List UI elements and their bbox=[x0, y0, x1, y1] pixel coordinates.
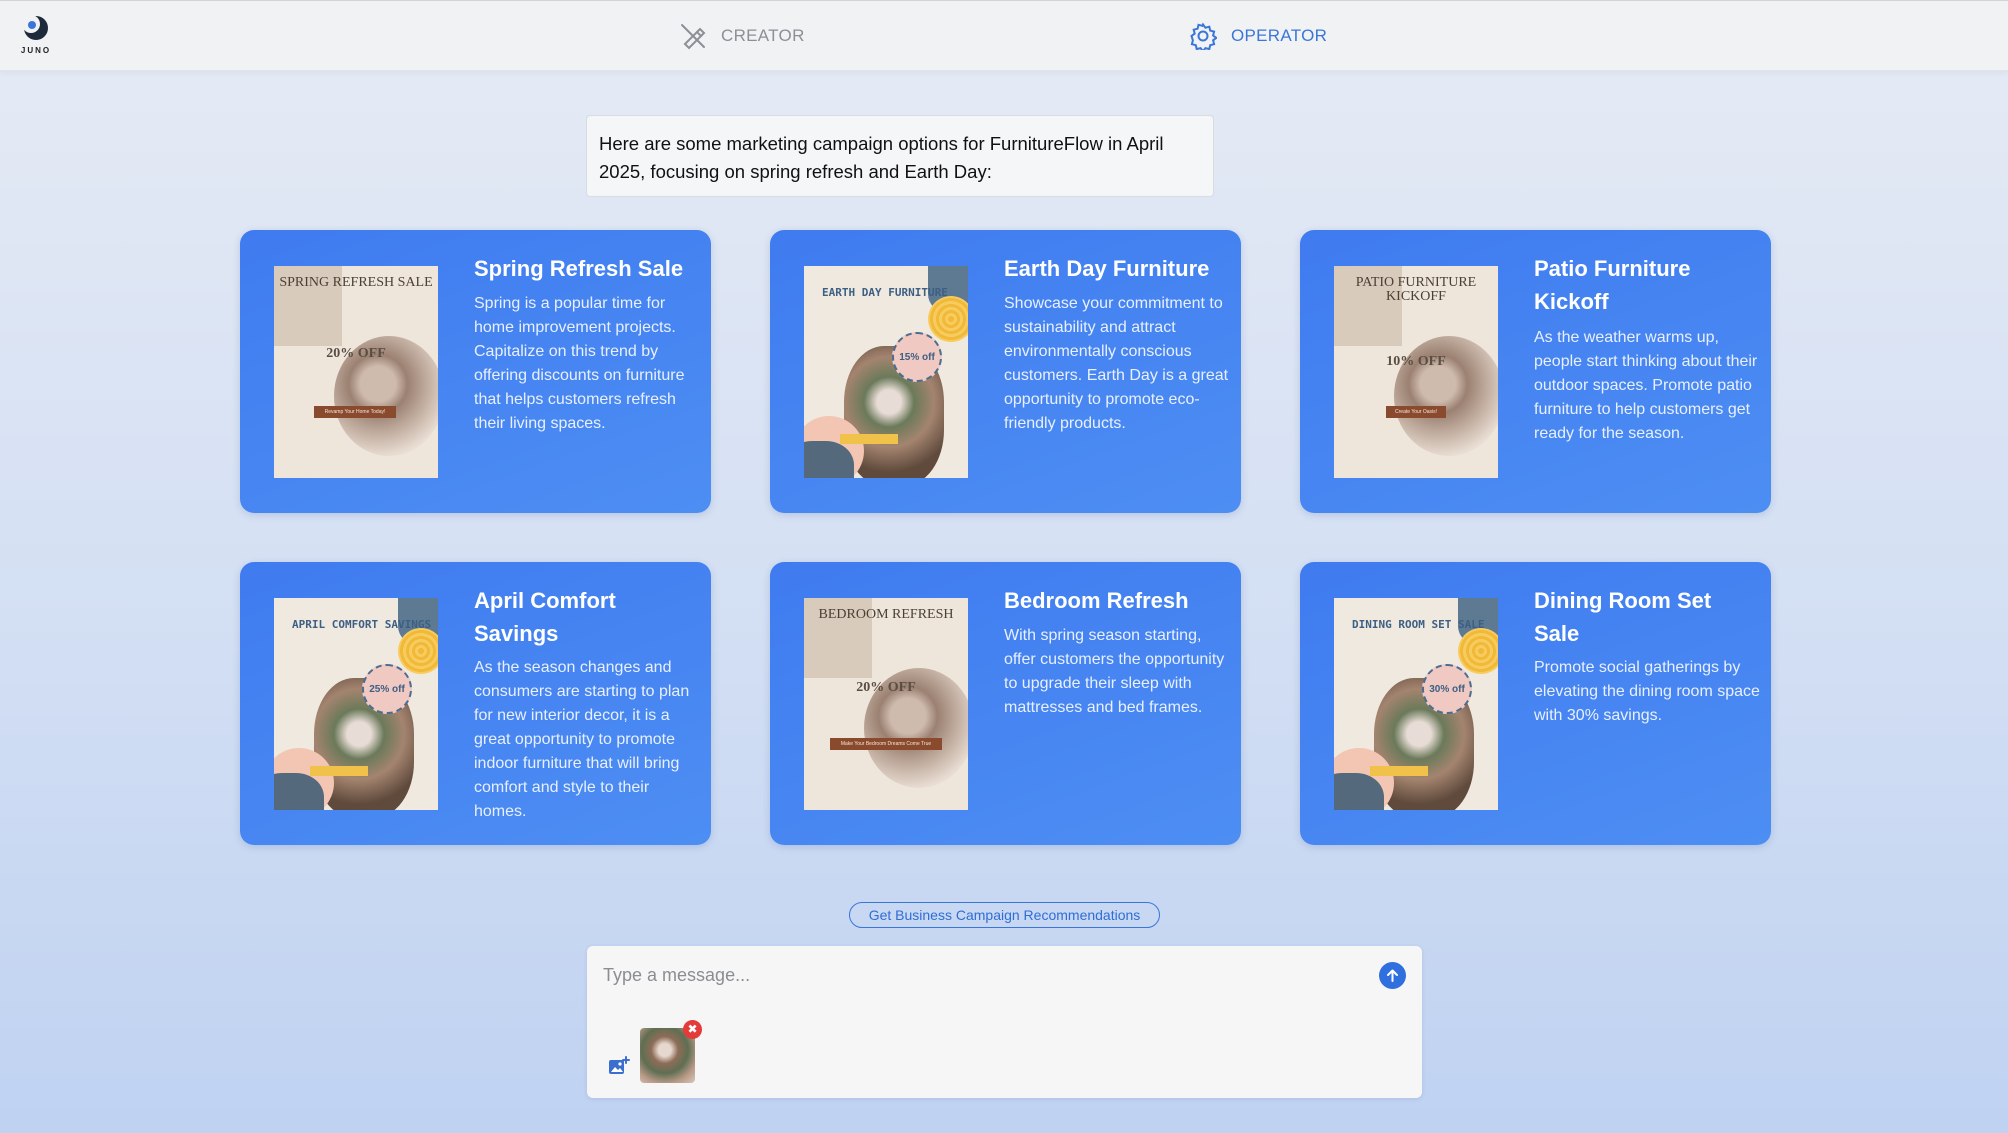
arrow-up-icon bbox=[1387, 969, 1398, 982]
moon-logo-icon bbox=[23, 15, 48, 40]
poster-offer: 20% OFF bbox=[326, 346, 386, 361]
tab-creator-label: CREATOR bbox=[721, 26, 805, 45]
card-title: Earth Day Furniture bbox=[1004, 256, 1210, 281]
card-title: Dining Room Set Sale bbox=[1534, 588, 1712, 646]
logo-text: JUNO bbox=[20, 46, 52, 55]
card-description: Promote social gatherings by elevating t… bbox=[1534, 659, 1760, 724]
tab-operator[interactable]: OPERATOR bbox=[1189, 21, 1327, 51]
poster-sun bbox=[398, 628, 438, 674]
poster-button: Make Your Bedroom Dreams Come True bbox=[830, 738, 942, 750]
top-bar: JUNO CREATOR OPERATOR bbox=[0, 0, 2008, 71]
campaign-card-earth-day[interactable]: EARTH DAY FURNITURE 15% off Earth Day Fu… bbox=[770, 230, 1241, 513]
poster-heading: APRIL COMFORT SAVINGS bbox=[292, 618, 432, 631]
card-title: April Comfort Savings bbox=[474, 588, 616, 646]
message-input[interactable] bbox=[603, 960, 1363, 990]
poster-offer-badge: 30% off bbox=[1422, 664, 1472, 714]
poster-ribbon bbox=[310, 766, 368, 776]
card-title: Patio Furniture Kickoff bbox=[1534, 256, 1691, 314]
poster-heading: PATIO FURNITURE KICKOFF bbox=[1355, 275, 1477, 304]
message-composer: ✖ bbox=[587, 946, 1422, 1098]
campaign-card-spring-refresh[interactable]: SPRING REFRESH SALE 20% OFF Revamp Your … bbox=[240, 230, 711, 513]
campaign-card-april-comfort[interactable]: APRIL COMFORT SAVINGS 25% off April Comf… bbox=[240, 562, 711, 845]
tab-operator-label: OPERATOR bbox=[1231, 26, 1328, 45]
poster-sun bbox=[1458, 628, 1498, 674]
tab-creator[interactable]: CREATOR bbox=[679, 21, 805, 51]
campaign-poster: APRIL COMFORT SAVINGS 25% off bbox=[274, 598, 438, 810]
poster-ribbon bbox=[1370, 766, 1428, 776]
campaign-poster: SPRING REFRESH SALE 20% OFF Revamp Your … bbox=[274, 266, 438, 478]
card-description: As the season changes and consumers are … bbox=[474, 659, 690, 820]
campaign-card-dining-room[interactable]: DINING ROOM SET SALE 30% off Dining Room… bbox=[1300, 562, 1771, 845]
send-button[interactable] bbox=[1379, 962, 1406, 989]
card-description: Spring is a popular time for home improv… bbox=[474, 295, 685, 432]
poster-offer: 10% OFF bbox=[1386, 354, 1446, 369]
poster-button: Revamp Your Home Today! bbox=[314, 406, 396, 418]
remove-attachment-button[interactable]: ✖ bbox=[683, 1020, 702, 1039]
campaign-poster: DINING ROOM SET SALE 30% off bbox=[1334, 598, 1498, 810]
poster-offer: 20% OFF bbox=[856, 680, 916, 695]
campaign-poster: BEDROOM REFRESH 20% OFF Make Your Bedroo… bbox=[804, 598, 968, 810]
campaign-poster: EARTH DAY FURNITURE 15% off bbox=[804, 266, 968, 478]
campaign-card-bedroom[interactable]: BEDROOM REFRESH 20% OFF Make Your Bedroo… bbox=[770, 562, 1241, 845]
card-description: Showcase your commitment to sustainabili… bbox=[1004, 295, 1229, 432]
gear-icon bbox=[1190, 22, 1217, 50]
pen-off-icon bbox=[681, 24, 706, 50]
poster-heading: BEDROOM REFRESH bbox=[818, 607, 954, 622]
card-description: With spring season starting, offer custo… bbox=[1004, 627, 1225, 716]
poster-offer-badge: 15% off bbox=[892, 332, 942, 382]
campaign-card-patio[interactable]: PATIO FURNITURE KICKOFF 10% OFF Create Y… bbox=[1300, 230, 1771, 513]
campaign-poster: PATIO FURNITURE KICKOFF 10% OFF Create Y… bbox=[1334, 266, 1498, 478]
poster-button: Create Your Oasis! bbox=[1386, 406, 1446, 418]
get-recommendations-button[interactable]: Get Business Campaign Recommendations bbox=[849, 902, 1160, 928]
poster-heading: DINING ROOM SET SALE bbox=[1352, 618, 1485, 631]
add-image-icon bbox=[609, 1056, 630, 1074]
card-description: As the weather warms up, people start th… bbox=[1534, 329, 1758, 442]
poster-offer-badge: 25% off bbox=[362, 664, 412, 714]
poster-heading: SPRING REFRESH SALE bbox=[279, 275, 433, 290]
juno-logo[interactable]: JUNO bbox=[20, 15, 52, 57]
card-title: Spring Refresh Sale bbox=[474, 256, 684, 281]
card-title: Bedroom Refresh bbox=[1004, 588, 1189, 613]
poster-sun bbox=[928, 296, 968, 342]
poster-ribbon bbox=[840, 434, 898, 444]
poster-heading: EARTH DAY FURNITURE bbox=[822, 286, 948, 299]
assistant-message: Here are some marketing campaign options… bbox=[586, 115, 1214, 197]
add-image-button[interactable] bbox=[608, 1056, 630, 1081]
